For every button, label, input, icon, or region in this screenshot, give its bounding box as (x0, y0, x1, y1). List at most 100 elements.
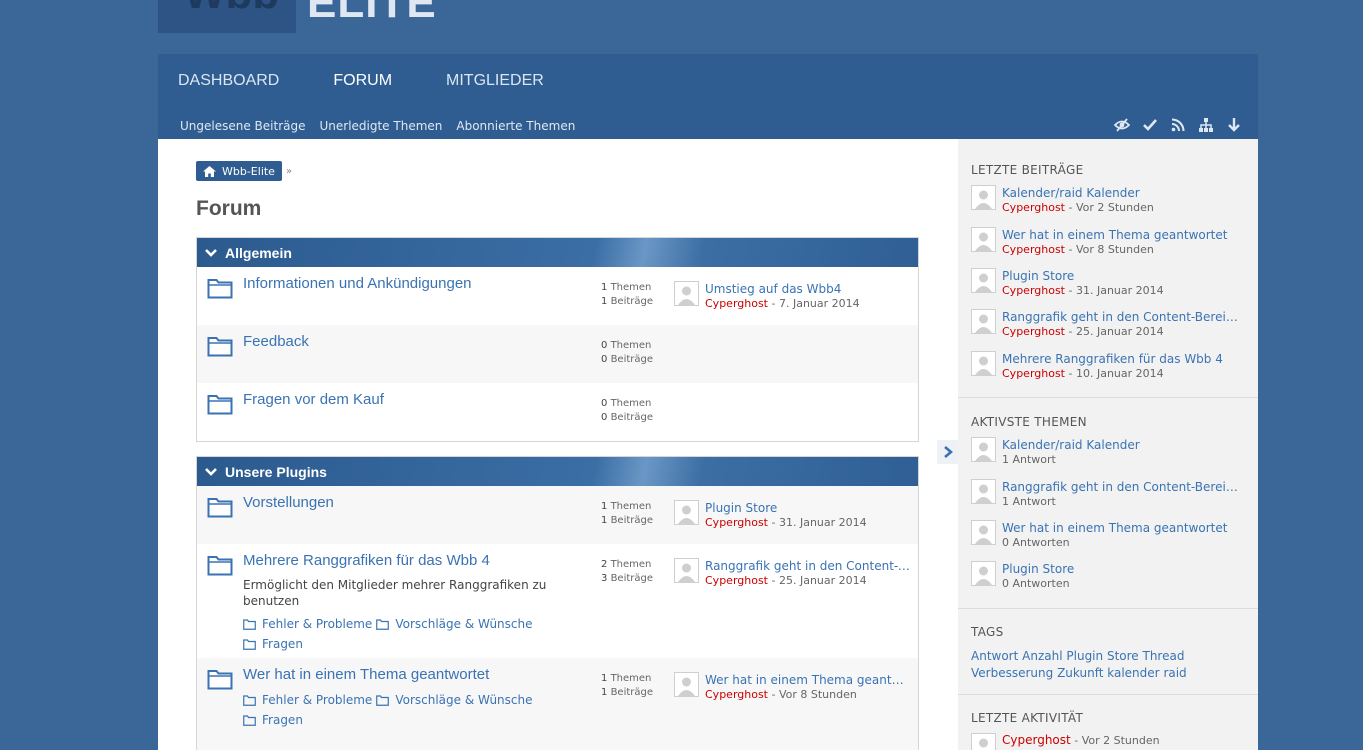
tag-link[interactable]: raid (1163, 666, 1186, 680)
sidebar-post-user[interactable]: Cyperghost (1002, 325, 1065, 338)
avatar[interactable] (971, 268, 996, 293)
meta-separator: - (1065, 367, 1076, 380)
sidebar-thread-title[interactable]: Ranggrafik geht in den Content-Bereich ü… (1002, 479, 1240, 495)
arrow-down-icon[interactable] (1226, 117, 1242, 136)
category-title: Unsere Plugins (225, 463, 327, 480)
sidebar-post-title[interactable]: Mehrere Ranggrafiken für das Wbb 4 (1002, 351, 1240, 367)
beitraege-label: Beiträge (610, 412, 654, 423)
last-post-title[interactable]: Plugin Store (705, 500, 913, 516)
sidebar-toggle-button[interactable] (937, 440, 958, 464)
tag-cloud: Antwort Anzahl Plugin Store Thread Verbe… (971, 648, 1241, 682)
sub-nav-subscribed-threads[interactable]: Abonnierte Themen (456, 119, 575, 133)
avatar[interactable] (971, 520, 996, 545)
default-avatar-icon (975, 566, 992, 585)
sub-board-link[interactable]: Vorschläge & Wünsche (376, 614, 533, 634)
sub-nav-unsolved-threads[interactable]: Unerledigte Themen (319, 119, 442, 133)
last-post-title[interactable]: Ranggrafik geht in den Content-Bereich ü… (705, 558, 913, 574)
sidebar-post-time: 10. Januar 2014 (1075, 367, 1164, 380)
logo-text[interactable]: ELITE (307, 0, 437, 28)
tag-link[interactable]: Thread (1143, 649, 1185, 663)
sitemap-icon[interactable] (1198, 117, 1214, 136)
board-title[interactable]: Feedback (243, 333, 309, 350)
category-header[interactable]: Unsere Plugins (197, 457, 918, 486)
avatar[interactable] (674, 500, 699, 525)
folder-icon (207, 498, 233, 518)
nav-mitglieder[interactable]: MITGLIEDER (446, 72, 544, 90)
last-post-user[interactable]: Cyperghost (705, 574, 768, 587)
beitraege-count: 1 (601, 296, 608, 307)
tag-link[interactable]: Zukunft (1057, 666, 1103, 680)
last-post-user[interactable]: Cyperghost (705, 688, 768, 701)
sidebar-section-title: LETZTE AKTIVITÄT (971, 711, 1084, 725)
mark-read-icon[interactable] (1113, 117, 1131, 136)
activity-user[interactable]: Cyperghost (1002, 733, 1071, 747)
chevron-down-icon[interactable] (205, 248, 217, 258)
page-title: Forum (196, 197, 262, 220)
breadcrumb-home[interactable]: Wbb-Elite (196, 161, 282, 181)
last-post-title[interactable]: Wer hat in einem Thema geantwortet (705, 672, 913, 688)
sidebar-thread-title[interactable]: Kalender/raid Kalender (1002, 437, 1240, 453)
default-avatar-icon (975, 273, 992, 292)
tag-link[interactable]: Antwort (971, 649, 1018, 663)
themen-count: 0 (601, 398, 608, 409)
avatar[interactable] (674, 281, 699, 306)
sub-board-link[interactable]: Fehler & Probleme (243, 690, 372, 710)
default-avatar-icon (975, 232, 992, 251)
sidebar-thread-title[interactable]: Wer hat in einem Thema geantwortet (1002, 520, 1240, 536)
sidebar-post-user[interactable]: Cyperghost (1002, 201, 1065, 214)
tag-link[interactable]: kalender (1107, 666, 1159, 680)
folder-icon (243, 618, 256, 630)
category-header[interactable]: Allgemein (197, 238, 918, 267)
sub-board-link[interactable]: Fragen (243, 634, 303, 654)
last-post-user[interactable]: Cyperghost (705, 516, 768, 529)
nav-forum[interactable]: FORUM (333, 72, 392, 90)
sub-board-link[interactable]: Fragen (243, 710, 303, 730)
checkmark-icon[interactable] (1142, 117, 1158, 136)
sidebar-post-title[interactable]: Plugin Store (1002, 268, 1240, 284)
avatar[interactable] (971, 309, 996, 334)
avatar[interactable] (971, 561, 996, 586)
board-title[interactable]: Vorstellungen (243, 494, 334, 511)
meta-separator: - (1070, 734, 1082, 747)
sub-nav-unread-posts[interactable]: Ungelesene Beiträge (180, 119, 305, 133)
avatar[interactable] (971, 437, 996, 462)
avatar[interactable] (674, 672, 699, 697)
board-title[interactable]: Informationen und Ankündigungen (243, 275, 472, 292)
tag-link[interactable]: Plugin (1066, 649, 1103, 663)
sub-board-link[interactable]: Fehler & Probleme (243, 614, 372, 634)
sidebar-post-title[interactable]: Wer hat in einem Thema geantwortet (1002, 227, 1240, 243)
avatar[interactable] (674, 558, 699, 583)
sub-board-link[interactable]: Vorschläge & Wünsche (376, 690, 533, 710)
avatar[interactable] (971, 479, 996, 504)
sidebar-post-user[interactable]: Cyperghost (1002, 243, 1065, 256)
default-avatar-icon (678, 677, 695, 696)
sidebar-post-user[interactable]: Cyperghost (1002, 284, 1065, 297)
sidebar-thread-replies: 1 Antwort (1002, 453, 1056, 466)
beitraege-label: Beiträge (610, 354, 654, 365)
board-title[interactable]: Wer hat in einem Thema geantwortet (243, 666, 489, 683)
sidebar-post-user[interactable]: Cyperghost (1002, 367, 1065, 380)
tag-link[interactable]: Anzahl (1022, 649, 1062, 663)
board-title[interactable]: Fragen vor dem Kauf (243, 391, 384, 408)
nav-dashboard[interactable]: DASHBOARD (178, 72, 279, 90)
board-stats: 0 Themen 0 Beiträge (601, 397, 653, 425)
avatar[interactable] (971, 185, 996, 210)
last-post-user[interactable]: Cyperghost (705, 297, 768, 310)
sidebar-post-title[interactable]: Kalender/raid Kalender (1002, 185, 1240, 201)
avatar[interactable] (971, 733, 996, 750)
logo-box[interactable]: Wbb (158, 0, 296, 33)
sidebar-post-title[interactable]: Ranggrafik geht in den Content-Bereich ü… (1002, 309, 1240, 325)
board-title[interactable]: Mehrere Ranggrafiken für das Wbb 4 (243, 552, 490, 569)
last-post: Ranggrafik geht in den Content-Bereich ü… (674, 558, 913, 588)
board-row: Vorstellungen 1 Themen 1 Beiträge Plugin … (197, 486, 918, 544)
tag-link[interactable]: Verbesserung (971, 666, 1053, 680)
avatar[interactable] (971, 227, 996, 252)
tag-link[interactable]: Store (1107, 649, 1139, 663)
sidebar-thread-replies: 0 Antworten (1002, 536, 1070, 549)
avatar[interactable] (971, 351, 996, 376)
last-post-title[interactable]: Umstieg auf das Wbb4 (705, 281, 913, 297)
beitraege-label: Beiträge (610, 687, 654, 698)
rss-icon[interactable] (1170, 117, 1186, 136)
chevron-down-icon[interactable] (205, 467, 217, 477)
sidebar-thread-title[interactable]: Plugin Store (1002, 561, 1240, 577)
